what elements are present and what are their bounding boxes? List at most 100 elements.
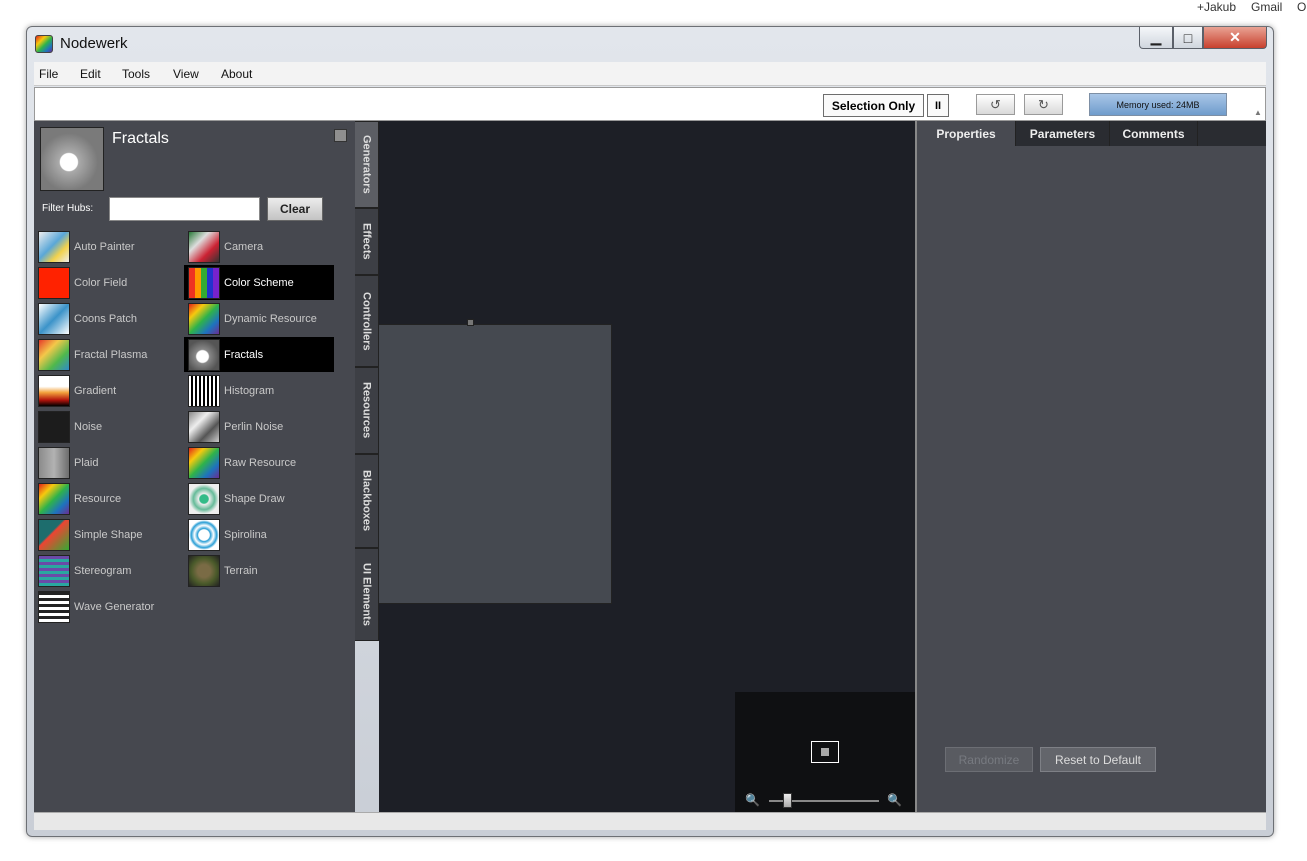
close-button[interactable]: ✕	[1203, 27, 1267, 49]
hub-label: Histogram	[224, 384, 275, 397]
menu-tools[interactable]: Tools	[122, 67, 150, 81]
hub-item-gradient[interactable]: Gradient	[34, 373, 182, 408]
hub-panel: Fractals Filter Hubs: Clear Auto Painter…	[34, 121, 355, 812]
hub-label: Stereogram	[74, 564, 132, 577]
zoom-in-icon[interactable]: 🔍	[887, 793, 902, 807]
tab-parameters[interactable]: Parameters	[1016, 121, 1110, 146]
hub-label: Resource	[74, 492, 122, 505]
node-connector-icon[interactable]	[467, 319, 474, 326]
plaid-icon	[38, 446, 70, 479]
hub-item-terrain[interactable]: Terrain	[184, 553, 334, 588]
tab-blackboxes[interactable]: Blackboxes	[355, 454, 379, 548]
hub-item-camera[interactable]: Camera	[184, 229, 334, 264]
hub-item-color-field[interactable]: Color Field	[34, 265, 182, 300]
app-window: Nodewerk ▁ □ ✕ File Edit Tools View Abou…	[26, 26, 1274, 837]
hub-item-noise[interactable]: Noise	[34, 409, 182, 444]
hub-item-wave-generator[interactable]: Wave Generator	[34, 589, 182, 624]
menu-file[interactable]: File	[39, 67, 58, 81]
tab-comments[interactable]: Comments	[1110, 121, 1198, 146]
hub-label: Coons Patch	[74, 312, 137, 325]
fractal-plasma-icon	[38, 338, 70, 371]
camera-icon	[188, 230, 220, 263]
hub-item-plaid[interactable]: Plaid	[34, 445, 182, 480]
color-field-icon	[38, 266, 70, 299]
hub-item-shape-draw[interactable]: Shape Draw	[184, 481, 334, 516]
hub-item-fractals[interactable]: Fractals	[184, 337, 334, 372]
menu-about[interactable]: About	[221, 67, 252, 81]
hub-item-color-scheme[interactable]: Color Scheme	[184, 265, 334, 300]
hub-item-dynamic-resource[interactable]: Dynamic Resource	[184, 301, 334, 336]
redo-button[interactable]: ↻	[1024, 94, 1063, 115]
tab-effects[interactable]: Effects	[355, 208, 379, 275]
hub-label: Wave Generator	[74, 600, 155, 613]
hub-item-coons-patch[interactable]: Coons Patch	[34, 301, 182, 336]
menu-view[interactable]: View	[173, 67, 199, 81]
reset-to-default-button[interactable]: Reset to Default	[1040, 747, 1156, 772]
tab-generators[interactable]: Generators	[355, 121, 379, 208]
minimize-button[interactable]: ▁	[1139, 27, 1173, 49]
minimap-viewport[interactable]	[811, 741, 839, 763]
spirolina-icon	[188, 518, 220, 551]
hub-label: Fractals	[224, 348, 264, 361]
toolbar: Selection Only II ↺ ↻ Memory used: 24MB …	[34, 87, 1266, 121]
clear-button[interactable]: Clear	[267, 197, 323, 221]
status-bar	[34, 812, 1266, 830]
simple-shape-icon	[38, 518, 70, 551]
hub-item-simple-shape[interactable]: Simple Shape	[34, 517, 182, 552]
tab-controllers[interactable]: Controllers	[355, 275, 379, 367]
hub-label: Spirolina	[224, 528, 267, 541]
wave-generator-icon	[38, 590, 70, 623]
hub-item-auto-painter[interactable]: Auto Painter	[34, 229, 182, 264]
link-jakub[interactable]: +Jakub	[1197, 0, 1236, 14]
link-gmail[interactable]: Gmail	[1251, 0, 1282, 14]
panel-toggle-icon[interactable]	[334, 129, 347, 142]
undo-button[interactable]: ↺	[976, 94, 1015, 115]
minimap[interactable]: 🔍 🔍	[735, 692, 915, 812]
redo-icon: ↻	[1038, 96, 1049, 112]
selection-only-button[interactable]: Selection Only	[823, 94, 924, 117]
hub-label: Perlin Noise	[224, 420, 284, 433]
hub-item-spirolina[interactable]: Spirolina	[184, 517, 334, 552]
link-other[interactable]: O	[1297, 0, 1306, 14]
close-icon: ✕	[1229, 29, 1241, 45]
hub-item-resource[interactable]: Resource	[34, 481, 182, 516]
hub-label: Shape Draw	[224, 492, 285, 505]
hub-item-stereogram[interactable]: Stereogram	[34, 553, 182, 588]
tab-ui-elements[interactable]: UI Elements	[355, 548, 379, 641]
window-title: Nodewerk	[60, 35, 128, 52]
fractals-node[interactable]	[379, 324, 612, 604]
menu-edit[interactable]: Edit	[80, 67, 101, 81]
tab-label: Generators	[360, 135, 373, 194]
hub-label: Camera	[224, 240, 264, 253]
randomize-button[interactable]: Randomize	[945, 747, 1033, 772]
stereogram-icon	[38, 554, 70, 587]
resource-icon	[38, 482, 70, 515]
node-canvas[interactable]: 🔍 🔍	[379, 121, 915, 812]
tab-properties[interactable]: Properties	[917, 121, 1016, 146]
hub-label: Terrain	[224, 564, 258, 577]
tab-label: Resources	[360, 382, 373, 439]
inspector-panel: Properties Parameters Comments Randomize…	[917, 121, 1266, 812]
fractal-thumbnail	[40, 127, 104, 191]
hub-item-histogram[interactable]: Histogram	[184, 373, 334, 408]
filter-label: Filter Hubs:	[42, 203, 94, 214]
node-marker	[821, 748, 829, 756]
dynamic-resource-icon	[188, 302, 220, 335]
inspector-tabs: Properties Parameters Comments	[917, 121, 1266, 146]
hub-title: Fractals	[112, 130, 169, 147]
undo-icon: ↺	[990, 96, 1001, 112]
pause-button[interactable]: II	[927, 94, 949, 117]
histogram-icon	[188, 374, 220, 407]
hub-item-raw-resource[interactable]: Raw Resource	[184, 445, 334, 480]
zoom-slider-thumb[interactable]	[783, 793, 792, 808]
hub-item-perlin-noise[interactable]: Perlin Noise	[184, 409, 334, 444]
maximize-button[interactable]: □	[1173, 27, 1203, 49]
tab-resources[interactable]: Resources	[355, 367, 379, 454]
zoom-out-icon[interactable]: 🔍	[745, 793, 760, 807]
hub-item-fractal-plasma[interactable]: Fractal Plasma	[34, 337, 182, 372]
toolbar-expand-icon[interactable]: ▲	[1254, 108, 1262, 117]
hub-label: Auto Painter	[74, 240, 135, 253]
title-bar[interactable]: Nodewerk ▁ □ ✕	[27, 27, 1273, 61]
filter-hubs-input[interactable]	[109, 197, 260, 221]
noise-icon	[38, 410, 70, 443]
